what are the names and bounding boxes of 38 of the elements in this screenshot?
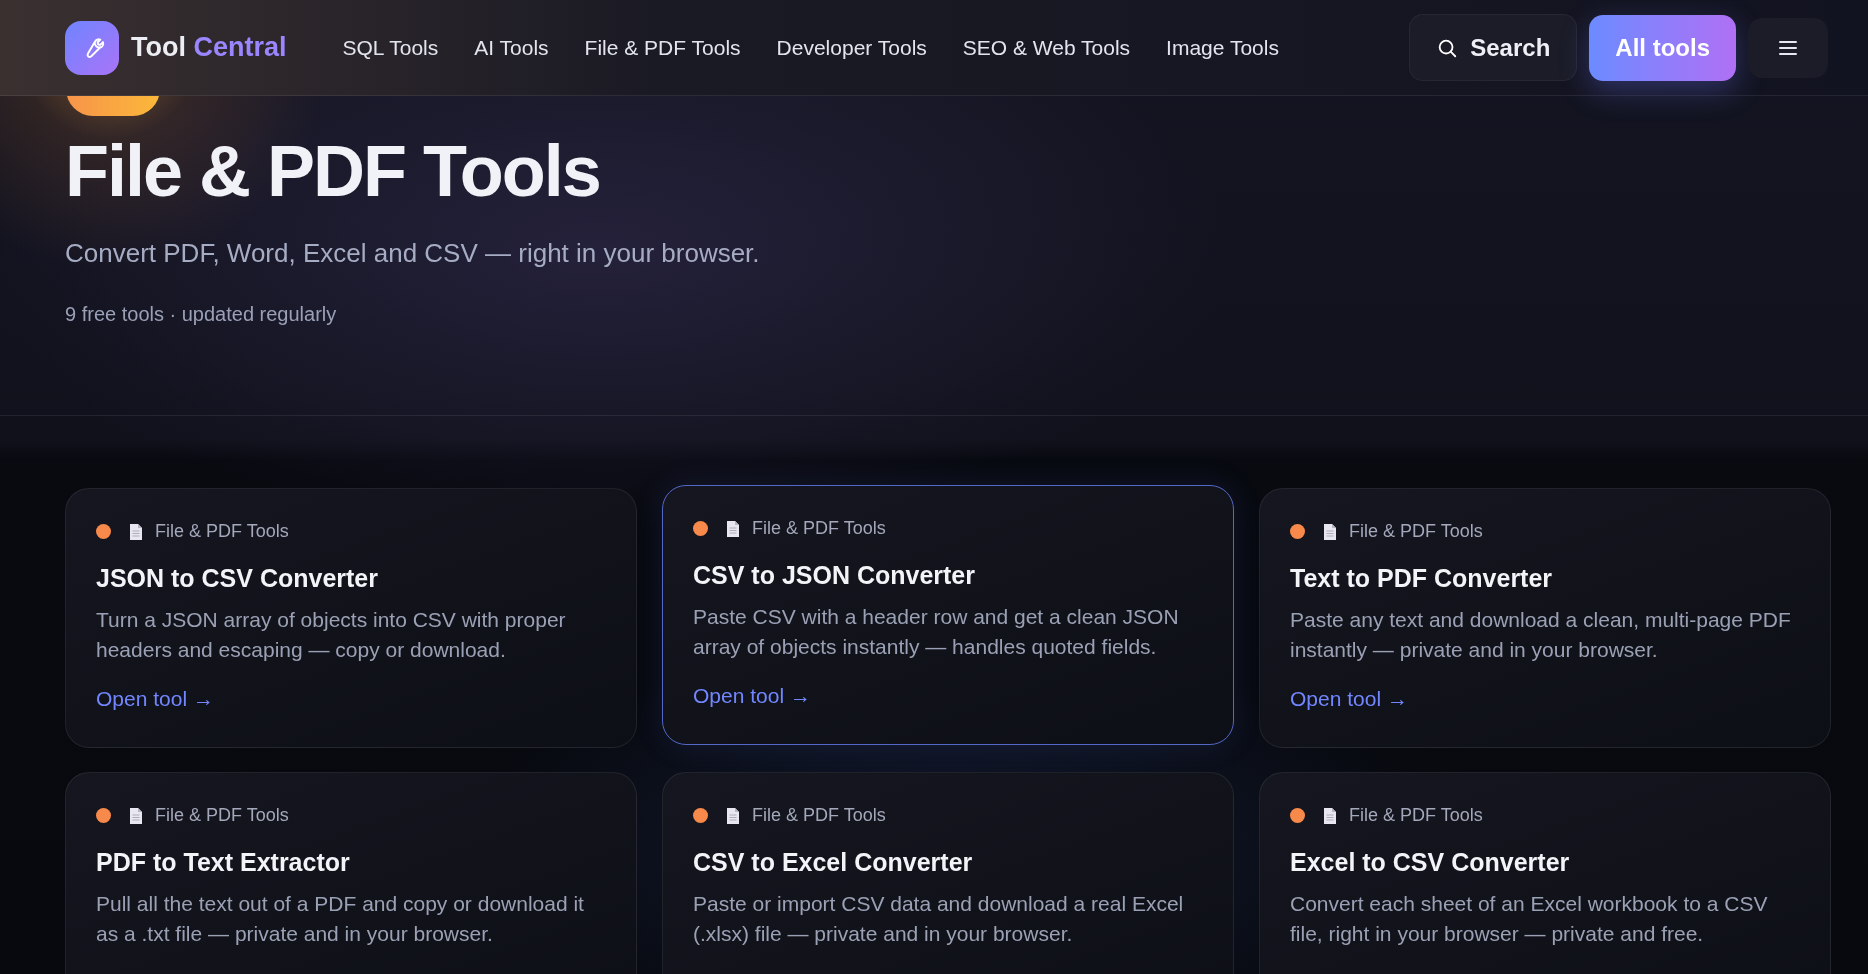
logo-link[interactable]: Tool Central (65, 20, 287, 75)
card-title: Text to PDF Converter (1290, 564, 1554, 593)
category-label: File & PDF Tools (752, 805, 886, 826)
open-tool-link[interactable]: Open tool → (693, 684, 811, 708)
card-title: JSON to CSV Converter (96, 564, 379, 593)
card-title: CSV to JSON Converter (693, 561, 976, 590)
nav-link[interactable]: Developer Tools (776, 35, 927, 60)
card-description: Paste CSV with a header row and get a clean JSON array of objects instantly — handles quoted fields. (693, 604, 1180, 660)
tool-card[interactable]: File & PDF Tools JSON to CSV Converter Turn a JSON array of objects into CSV with proper headers and escaping — copy or download. Open tool → (65, 488, 637, 748)
card-title: CSV to Excel Converter (693, 848, 974, 877)
nav-link[interactable]: AI Tools (474, 35, 549, 60)
nav-link[interactable]: SEO & Web Tools (962, 35, 1131, 60)
card-description: Pull all the text out of a PDF and copy or download it as a .txt file — private and in your browser. (96, 891, 585, 947)
category-label: File & PDF Tools (752, 518, 886, 539)
open-tool-link[interactable]: Open tool → (1290, 687, 1408, 711)
card-description: Paste any text and download a clean, multi-page PDF instantly — private and in your browser. (1290, 607, 1792, 663)
page-subtitle: Convert PDF, Word, Excel and CSV — right in your browser. (65, 238, 761, 269)
page-title: File & PDF Tools (65, 130, 601, 212)
tool-card[interactable]: File & PDF Tools PDF to Text Extractor Pull all the text out of a PDF and copy or download it as a .txt file — private and in your browser. (65, 772, 637, 974)
tool-card[interactable]: File & PDF Tools Excel to CSV Converter Convert each sheet of an Excel workbook to a CSV file, right in your browser — private and free. (1259, 772, 1831, 974)
tool-count: 9 free tools · updated regularly (65, 303, 338, 326)
card-title: PDF to Text Extractor (96, 848, 351, 877)
category-label: File & PDF Tools (155, 521, 289, 542)
category-label: File & PDF Tools (1349, 805, 1483, 826)
nav-link[interactable]: SQL Tools (342, 35, 439, 60)
nav-link[interactable]: Image Tools (1166, 35, 1279, 60)
nav-link[interactable]: File & PDF Tools (584, 35, 741, 60)
tool-card[interactable]: File & PDF Tools Text to PDF Converter Paste any text and download a clean, multi-page PDF instantly — private and in your browser. Open tool → (1259, 488, 1831, 748)
open-tool-link[interactable]: Open tool → (96, 687, 214, 711)
tool-card[interactable]: File & PDF Tools CSV to Excel Converter Paste or import CSV data and download a real Excel (.xlsx) file — private and in your browser. (662, 772, 1234, 974)
card-description: Turn a JSON array of objects into CSV with proper headers and escaping — copy or download. (96, 607, 567, 663)
category-label: File & PDF Tools (1349, 521, 1483, 542)
card-description: Convert each sheet of an Excel workbook to a CSV file, right in your browser — private and free. (1290, 891, 1769, 947)
tool-card[interactable]: File & PDF Tools CSV to JSON Converter Paste CSV with a header row and get a clean JSON array of objects instantly — handles quoted fields. Open tool → (662, 485, 1234, 745)
card-description: Paste or import CSV data and download a real Excel (.xlsx) file — private and in your browser. (693, 891, 1185, 947)
category-label: File & PDF Tools (155, 805, 289, 826)
card-title: Excel to CSV Converter (1290, 848, 1571, 877)
search-button[interactable]: Search (1409, 14, 1578, 81)
